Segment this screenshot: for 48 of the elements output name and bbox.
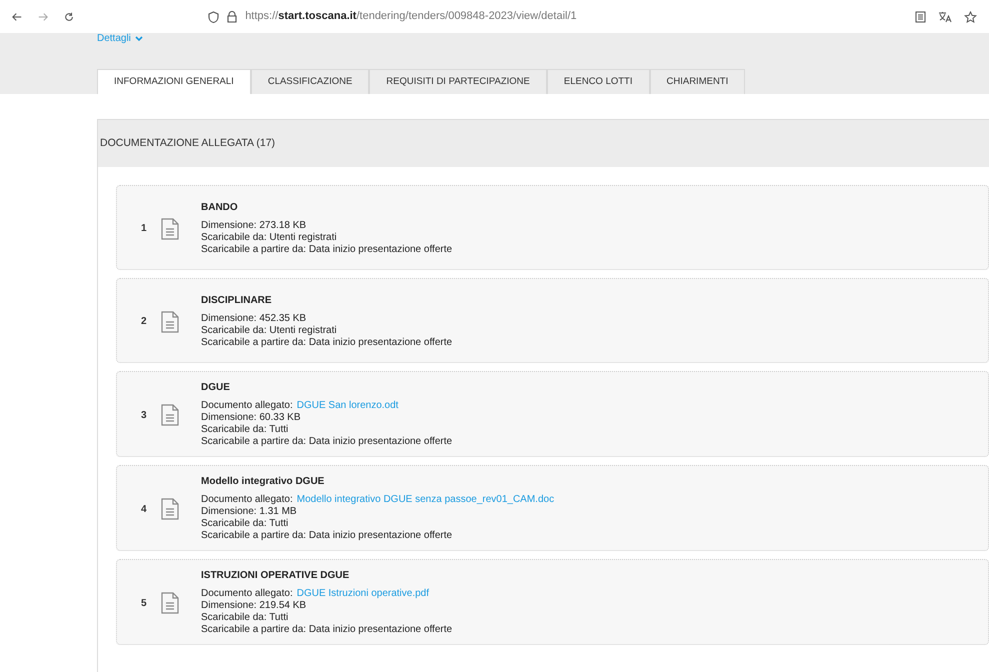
document-icon	[161, 498, 179, 520]
tab[interactable]: CLASSIFICAZIONE	[250, 69, 370, 94]
document-title: ISTRUZIONI OPERATIVE DGUE	[201, 570, 350, 582]
panel-title: DOCUMENTAZIONE ALLEGATA (17)	[100, 136, 276, 151]
attachment-label: Documento allegato:	[201, 588, 293, 600]
star-icon[interactable]	[964, 10, 978, 22]
reload-icon[interactable]	[64, 10, 74, 22]
tab[interactable]: REQUISITI DI PARTECIPAZIONE	[369, 69, 547, 94]
tab[interactable]: INFORMAZIONI GENERALI	[97, 69, 251, 94]
document-detail: Scaricabile a partire da: Data inizio presentazione offerte	[201, 436, 452, 448]
document-title: BANDO	[201, 202, 239, 214]
document-number: 3	[141, 408, 148, 422]
back-icon[interactable]	[12, 12, 22, 22]
document-detail: Dimensione: 1.31 MB	[201, 506, 298, 518]
document-number: 2	[141, 315, 148, 329]
document-title: DGUE	[201, 382, 231, 394]
translate-icon[interactable]	[938, 10, 952, 22]
tab[interactable]: CHIARIMENTI	[650, 69, 746, 94]
document-detail: Scaricabile a partire da: Data inizio presentazione offerte	[201, 530, 454, 542]
reader-icon[interactable]	[915, 10, 926, 22]
document-detail: Dimensione: 219.54 KB	[201, 600, 308, 612]
lock-icon	[227, 10, 238, 22]
document-icon	[161, 592, 179, 614]
tab[interactable]: ELENCO LOTTI	[546, 69, 650, 94]
document-detail: Scaricabile a partire da: Data inizio presentazione offerte	[201, 624, 452, 636]
document-number: 4	[141, 502, 148, 516]
document-title: DISCIPLINARE	[201, 294, 273, 306]
document-detail: Dimensione: 273.18 KB	[201, 220, 308, 232]
document-number: 5	[141, 596, 148, 610]
document-detail: Dimensione: 60.33 KB	[201, 412, 302, 424]
shield-icon	[208, 10, 220, 22]
document-number: 1	[141, 222, 148, 236]
document-detail: Scaricabile da: Tutti	[201, 518, 290, 530]
document-detail: Scaricabile da: Tutti	[201, 424, 290, 436]
attachment-label: Documento allegato:	[201, 494, 293, 506]
chevron-down-icon	[134, 36, 143, 42]
document-detail: Scaricabile da: Utenti registrati	[201, 232, 338, 244]
document-detail: Scaricabile da: Tutti	[201, 612, 290, 624]
document-detail: Scaricabile da: Utenti registrati	[201, 324, 338, 336]
document-detail: Scaricabile a partire da: Data inizio presentazione offerte	[201, 336, 452, 348]
document-icon	[161, 310, 179, 332]
document-detail: Dimensione: 452.35 KB	[201, 312, 308, 324]
document-detail: Scaricabile a partire da: Data inizio presentazione offerte	[201, 244, 452, 256]
document-icon	[161, 404, 179, 426]
document-icon	[161, 218, 179, 240]
document-title: Modello integrativo DGUE	[201, 476, 326, 488]
url-text[interactable]: https://start.toscana.it/tendering/tenders/009848-2023/view/detail/1	[245, 8, 577, 25]
attachment-label: Documento allegato:	[201, 400, 293, 412]
